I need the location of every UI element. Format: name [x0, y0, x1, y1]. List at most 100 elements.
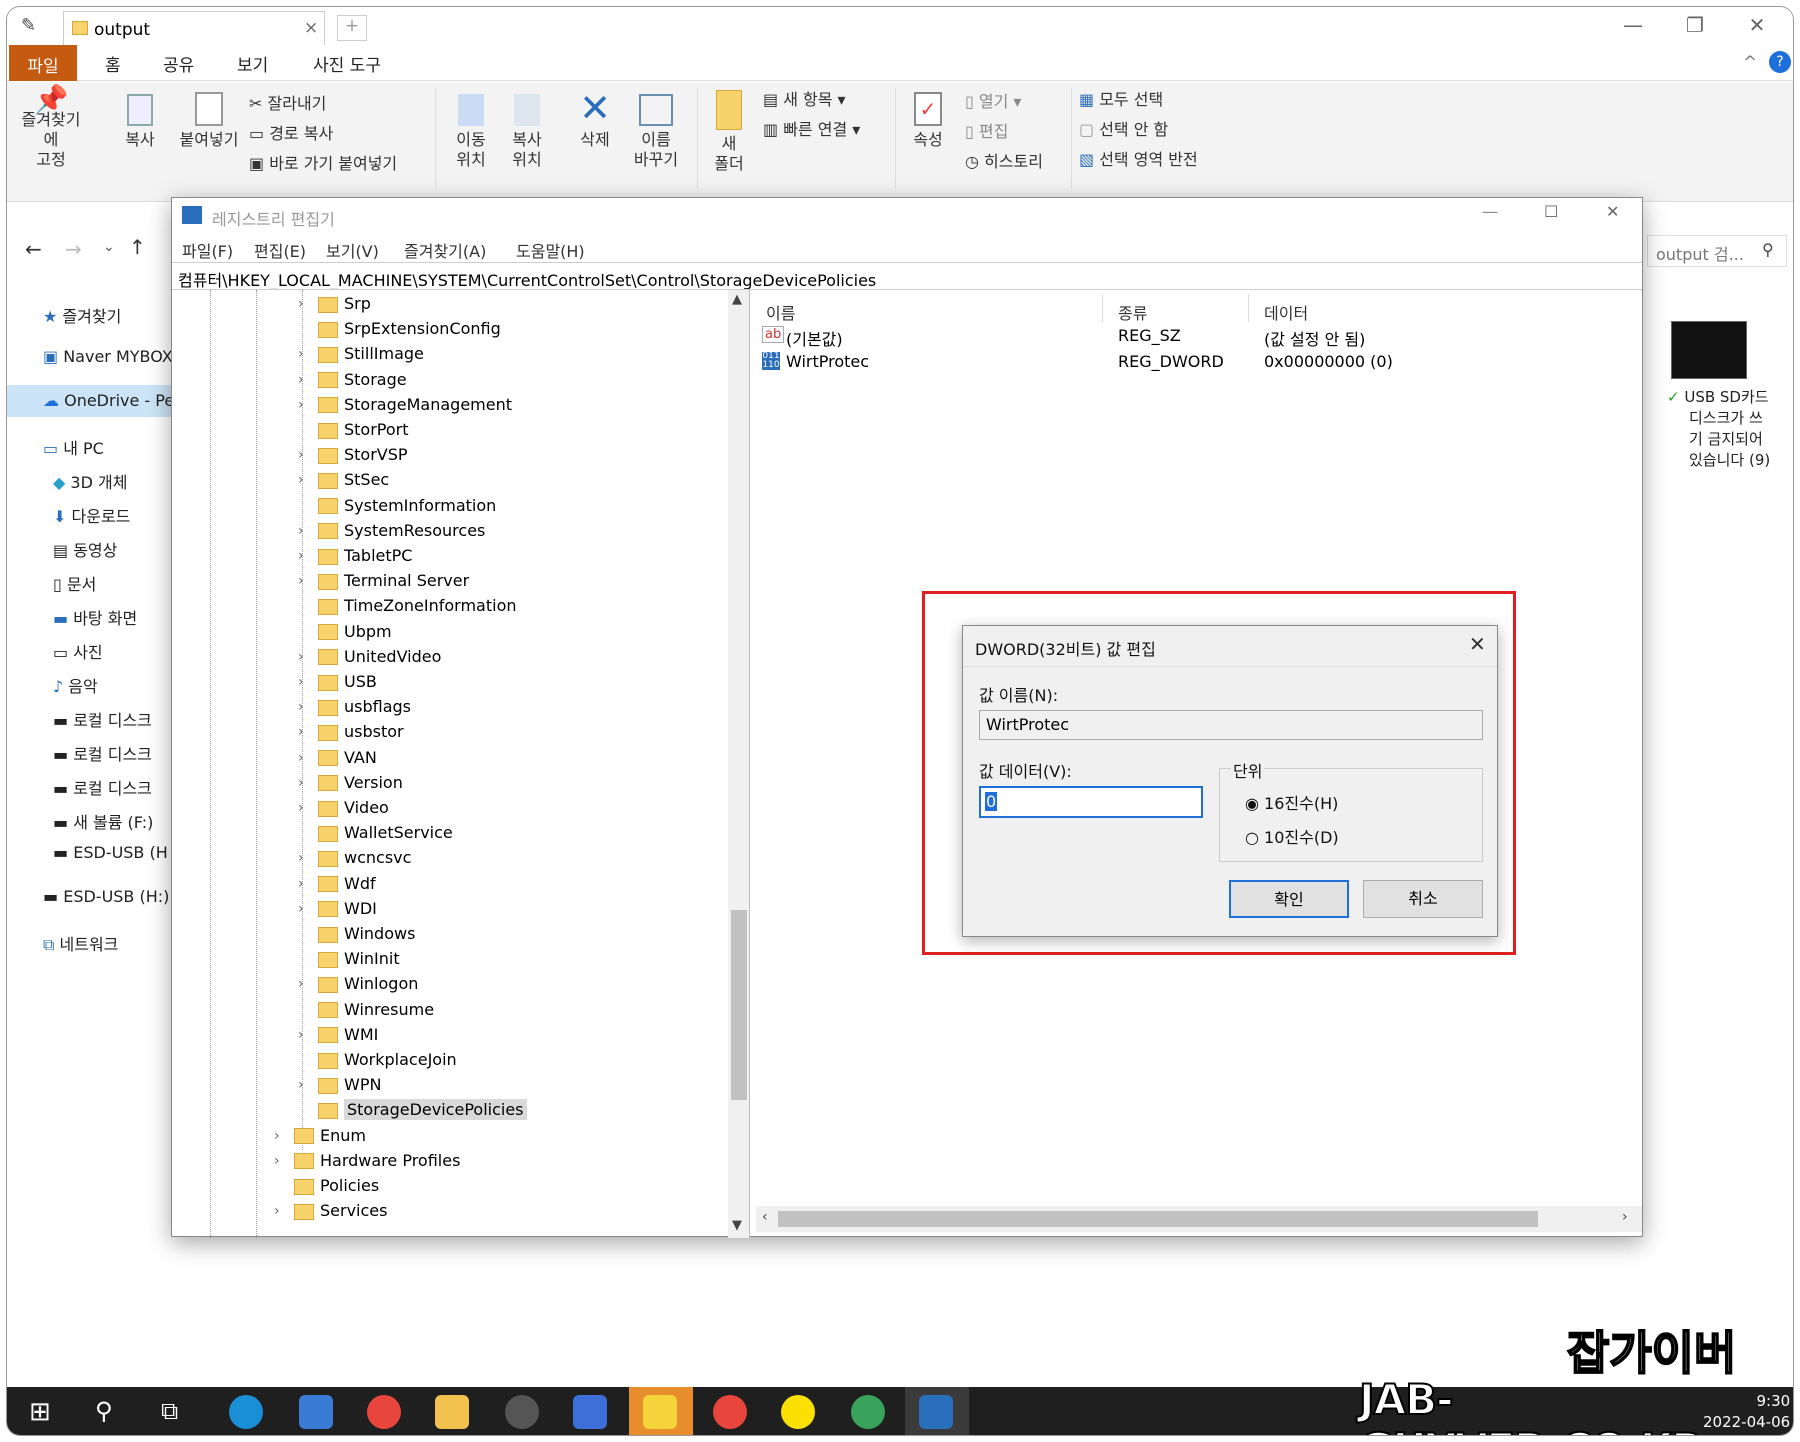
select-all-button[interactable]: ▦ 모두 선택	[1079, 86, 1163, 110]
tree-node[interactable]: › Winlogon	[298, 974, 418, 999]
tree-node[interactable]: › usbflags	[298, 697, 411, 722]
registry-address-bar[interactable]: 컴퓨터\HKEY_LOCAL_MACHINE\SYSTEM\CurrentCon…	[172, 262, 1642, 290]
windows-start-icon[interactable]: ⊞	[29, 1397, 51, 1427]
expand-chevron-icon[interactable]: ›	[298, 397, 304, 413]
nav-network[interactable]: ⧉ 네트워크	[43, 931, 118, 955]
expand-chevron-icon[interactable]: ›	[298, 472, 304, 488]
paste-shortcut-button[interactable]: ▣ 바로 가기 붙여넣기	[249, 150, 397, 174]
nav-3d-objects[interactable]: ◆ 3D 개체	[53, 469, 127, 493]
tab-file[interactable]: 파일	[9, 45, 77, 81]
tree-node[interactable]: Ubpm	[318, 622, 392, 647]
tree-node[interactable]: › Storage	[298, 370, 407, 395]
nav-this-pc[interactable]: ▭ 내 PC	[43, 435, 104, 459]
tree-node[interactable]: TimeZoneInformation	[318, 596, 517, 621]
kakaotalk-icon[interactable]	[781, 1395, 815, 1429]
scroll-up-icon[interactable]: ▲	[732, 292, 742, 307]
forward-arrow-icon[interactable]: →	[65, 237, 82, 261]
expand-chevron-icon[interactable]: ›	[298, 372, 304, 388]
menu-file[interactable]: 파일(F)	[182, 238, 233, 262]
nav-local-disk-2[interactable]: ▬ 로컬 디스크	[53, 741, 152, 765]
tree-node[interactable]: › WMI	[298, 1025, 378, 1050]
tree-node[interactable]: › wcncsvc	[298, 848, 411, 873]
copy-to-button[interactable]: 복사 위치	[503, 90, 551, 170]
expand-chevron-icon[interactable]: ›	[274, 1203, 280, 1219]
expand-chevron-icon[interactable]: ›	[298, 296, 304, 312]
nav-videos[interactable]: ▤ 동영상	[53, 537, 117, 561]
nav-downloads[interactable]: ⬇ 다운로드	[53, 503, 130, 527]
tree-node[interactable]: › Video	[298, 798, 389, 823]
expand-chevron-icon[interactable]: ›	[298, 548, 304, 564]
tree-node[interactable]: › USB	[298, 672, 377, 697]
file-caption[interactable]: ✓ USB SD카드 디스크가 쓰 기 금지되어 있습니다 (9)	[1667, 387, 1770, 471]
new-item-button[interactable]: ▤ 새 항목 ▾	[763, 86, 846, 110]
tree-node[interactable]: Windows	[318, 924, 415, 949]
paste-button[interactable]: 붙여넣기	[173, 90, 245, 150]
col-type-header[interactable]: 종류	[1118, 300, 1147, 324]
tree-node[interactable]: Winresume	[318, 1000, 434, 1025]
nav-local-disk-3[interactable]: ▬ 로컬 디스크	[53, 775, 152, 799]
tree-node[interactable]: › StSec	[298, 470, 389, 495]
menu-view[interactable]: 보기(V)	[326, 238, 379, 262]
up-arrow-icon[interactable]: ↑	[129, 235, 146, 259]
new-folder-button[interactable]: 새 폴더	[707, 90, 751, 174]
tree-node[interactable]: › Version	[298, 773, 403, 798]
copy-path-button[interactable]: ▭ 경로 복사	[249, 120, 333, 144]
reg-close-button[interactable]: ✕	[1606, 202, 1619, 221]
expand-chevron-icon[interactable]: ›	[274, 1128, 280, 1144]
nav-new-volume[interactable]: ▬ 새 볼륨 (F:)	[53, 809, 153, 833]
col-data-header[interactable]: 데이터	[1264, 300, 1308, 324]
nav-music[interactable]: ♪ 음악	[53, 673, 98, 697]
collapse-ribbon-icon[interactable]: ^	[1743, 53, 1757, 73]
tree-node[interactable]: SystemInformation	[318, 496, 496, 521]
tree-node[interactable]: › WDI	[298, 899, 377, 924]
dialog-close-icon[interactable]: ✕	[1469, 632, 1486, 656]
tree-node[interactable]: › usbstor	[298, 722, 404, 747]
recent-dropdown-icon[interactable]: ⌄	[103, 239, 115, 255]
expand-chevron-icon[interactable]: ›	[298, 573, 304, 589]
tree-node[interactable]: › Wdf	[298, 874, 376, 899]
tab-share[interactable]: 공유	[163, 51, 194, 76]
expand-chevron-icon[interactable]: ›	[298, 901, 304, 917]
tree-node[interactable]: SrpExtensionConfig	[318, 319, 501, 344]
delete-button[interactable]: ✕ 삭제	[573, 86, 617, 150]
new-tab-button[interactable]: +	[337, 15, 367, 41]
search-icon[interactable]: ⚲	[95, 1397, 113, 1425]
menu-help[interactable]: 도움말(H)	[516, 238, 585, 262]
expand-chevron-icon[interactable]: ›	[298, 775, 304, 791]
app-icon[interactable]	[573, 1395, 607, 1429]
expand-chevron-icon[interactable]: ›	[274, 1153, 280, 1169]
expand-chevron-icon[interactable]: ›	[298, 674, 304, 690]
scroll-down-icon[interactable]: ▼	[732, 1218, 742, 1233]
nav-desktop[interactable]: ▬ 바탕 화면	[53, 605, 137, 629]
sticky-notes-icon[interactable]	[643, 1395, 677, 1429]
expand-chevron-icon[interactable]: ›	[298, 1027, 304, 1043]
nav-naver-mybox[interactable]: ▣ Naver MYBOX	[43, 347, 173, 366]
copy-button[interactable]: 복사	[115, 90, 165, 150]
reg-minimize-button[interactable]: —	[1482, 202, 1498, 221]
list-horizontal-scrollbar[interactable]: ‹ ›	[756, 1206, 1642, 1232]
expand-chevron-icon[interactable]: ›	[298, 346, 304, 362]
tree-node[interactable]: › Terminal Server	[298, 571, 469, 596]
search-input[interactable]: output 검... ⚲	[1647, 235, 1787, 267]
tree-node[interactable]: › StorVSP	[298, 445, 408, 470]
history-button[interactable]: ◷ 히스토리	[965, 148, 1043, 172]
clover-icon[interactable]	[851, 1395, 885, 1429]
chrome-icon[interactable]	[367, 1395, 401, 1429]
tree-node[interactable]: StorPort	[318, 420, 409, 445]
tree-node[interactable]: Policies	[294, 1176, 379, 1201]
properties-button[interactable]: ✓ 속성	[903, 90, 953, 150]
tree-scroll-thumb[interactable]	[731, 910, 747, 1100]
tree-node[interactable]: › WPN	[298, 1075, 381, 1100]
tree-node[interactable]: › StillImage	[298, 344, 424, 369]
nav-local-disk-1[interactable]: ▬ 로컬 디스크	[53, 707, 152, 731]
tree-vertical-scrollbar[interactable]: ▲ ▼	[728, 290, 749, 1238]
value-name-field[interactable]: WirtProtec	[979, 710, 1483, 740]
file-explorer-icon[interactable]	[435, 1395, 469, 1429]
regedit-taskbar-icon[interactable]	[919, 1395, 953, 1429]
col-name-header[interactable]: 이름	[766, 300, 795, 324]
easy-access-button[interactable]: ▥ 빠른 연결 ▾	[763, 116, 860, 140]
ok-button[interactable]: 확인	[1229, 880, 1349, 918]
open-button[interactable]: ▯ 열기 ▾	[965, 88, 1021, 112]
rename-button[interactable]: 이름 바꾸기	[627, 90, 685, 170]
expand-chevron-icon[interactable]: ›	[298, 649, 304, 665]
